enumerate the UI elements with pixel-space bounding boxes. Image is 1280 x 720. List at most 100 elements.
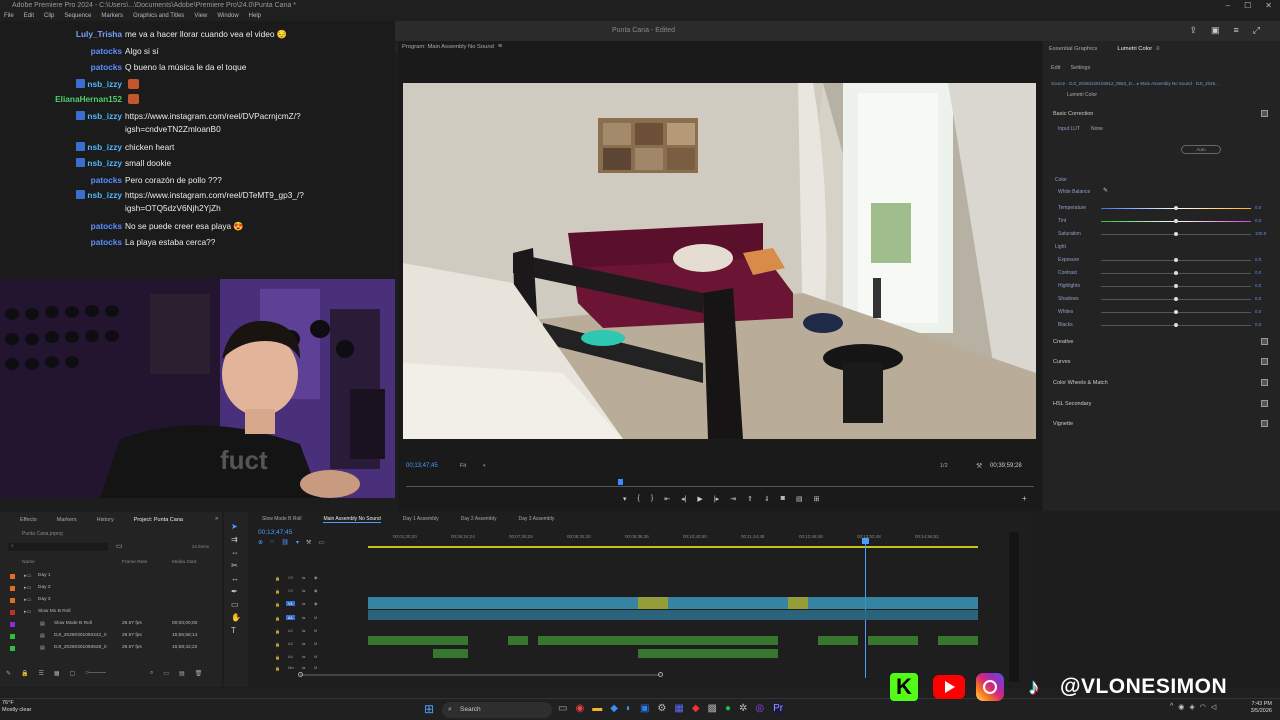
fullscreen-icon[interactable]: ⤢ [1253, 25, 1260, 36]
project-tab[interactable]: History [97, 517, 114, 523]
mute-icon[interactable]: M [314, 665, 317, 670]
track-select-icon[interactable]: ⇉ [231, 535, 241, 544]
timeline-clip[interactable] [788, 597, 808, 609]
chat-username[interactable]: nsb_izzy [87, 111, 122, 121]
lumetri-subtab[interactable]: Edit [1051, 65, 1060, 71]
param-value[interactable]: 0.0 [1255, 205, 1261, 210]
playhead-marker[interactable] [618, 479, 623, 485]
slider-knob[interactable] [1174, 219, 1178, 223]
lumetri-preset[interactable]: Lumetri Color [1067, 92, 1097, 98]
param-slider[interactable] [1101, 271, 1251, 275]
chevron-down-icon[interactable]: ▾ [483, 463, 486, 469]
param-slider[interactable] [1101, 219, 1251, 223]
project-row[interactable]: ▤ Slow Mode B Roll 29.97 fps 00;00;00;00 [0, 620, 222, 631]
lumetri-section[interactable]: Color Wheels & Match [1053, 380, 1108, 386]
checkbox[interactable] [1261, 110, 1268, 117]
chat-username[interactable]: patocks [91, 221, 122, 231]
program-timecode[interactable]: 00;13;47;45 [406, 463, 438, 469]
timeline-clip[interactable] [433, 649, 468, 658]
chrome-icon[interactable]: ◉ [575, 703, 584, 714]
eye-icon[interactable]: ◉ [314, 575, 318, 580]
list-view-icon[interactable]: ☰ [39, 670, 44, 677]
slider-knob[interactable] [1174, 232, 1178, 236]
timeline-clip[interactable] [508, 636, 528, 645]
close-button[interactable]: ✕ [1265, 0, 1272, 12]
timeline-clip[interactable] [938, 636, 978, 645]
add-marker-icon[interactable]: ▾ [623, 495, 627, 503]
chat-username[interactable]: ElianaHernan152 [55, 94, 122, 104]
weather-widget[interactable]: 76°F Mostly clear [2, 700, 38, 720]
timeline-timecode[interactable]: 00;13;47;45 [258, 529, 292, 536]
param-slider[interactable] [1101, 206, 1251, 210]
chat-username[interactable]: patocks [91, 62, 122, 72]
timeline-clip[interactable] [368, 636, 468, 645]
menu-item[interactable]: Help [249, 12, 261, 21]
project-row[interactable]: ▤ DJI_20260301093628_0 29.97 fps 15;58;42;2… [0, 644, 222, 655]
panel-menu-icon[interactable]: ≡ [1156, 46, 1160, 52]
timeline-clip[interactable] [638, 636, 778, 645]
checkbox[interactable] [1261, 420, 1268, 427]
label-color-swatch[interactable] [10, 586, 15, 591]
slider-knob[interactable] [1174, 323, 1178, 327]
color-subsection[interactable]: Color [1055, 177, 1067, 183]
auto-button[interactable]: Auto [1181, 145, 1221, 154]
lock-icon[interactable]: 🔒 [275, 616, 280, 621]
chat-username[interactable]: nsb_izzy [87, 79, 122, 89]
slip-tool-icon[interactable]: ↔ [231, 574, 241, 583]
mark-out-icon[interactable]: } [651, 495, 653, 503]
menu-item[interactable]: Edit [24, 12, 34, 21]
store-icon[interactable]: ▦ [674, 703, 683, 714]
project-row[interactable]: ▤ DJI_20260301093242_0 29.97 fps 15;55;58;1… [0, 632, 222, 643]
project-search-input[interactable]: ⌕ [8, 543, 108, 551]
sequence-tab[interactable]: Day 2 Assembly [461, 516, 497, 523]
spotify-icon[interactable]: ● [725, 703, 731, 714]
app-grey-icon[interactable]: ▩ [708, 703, 717, 714]
snap-icon[interactable]: ∩ [270, 539, 274, 546]
lock-icon[interactable]: 🔒 [275, 589, 280, 594]
param-slider[interactable] [1101, 310, 1251, 314]
sync-lock-icon[interactable]: ⇋ [302, 641, 305, 646]
app-icon[interactable]: ◆ [610, 703, 618, 714]
track-label[interactable]: Mix [286, 665, 296, 670]
lock-icon[interactable]: 🔒 [275, 629, 280, 634]
lock-icon[interactable]: 🔒 [275, 666, 280, 671]
label-color-swatch[interactable] [10, 610, 15, 615]
track-label[interactable]: A3 [286, 641, 295, 646]
right-tab[interactable]: Lumetri Color [1117, 46, 1152, 52]
tray-app-icon[interactable]: ◈ [1189, 703, 1194, 711]
menu-item[interactable]: Clip [44, 12, 54, 21]
volume-icon[interactable]: ◁ [1211, 703, 1216, 711]
column-header[interactable]: Media Start [172, 560, 197, 565]
project-tab[interactable]: Project: Punta Cana [134, 517, 183, 523]
sync-lock-icon[interactable]: ⇋ [302, 601, 305, 606]
chat-username[interactable]: patocks [91, 46, 122, 56]
chat-username[interactable]: Luly_Trisha [76, 29, 122, 39]
param-value[interactable]: 0.0 [1255, 218, 1261, 223]
mute-icon[interactable]: M [314, 628, 317, 633]
share-icon[interactable]: ⇪ [1189, 25, 1197, 36]
checkbox[interactable] [1261, 379, 1268, 386]
track-label[interactable]: A4 [286, 654, 295, 659]
go-to-out-icon[interactable]: ⇥ [730, 495, 736, 503]
folder-icon[interactable]: ▭ [116, 542, 123, 550]
timeline-clip[interactable] [368, 597, 978, 609]
menu-item[interactable]: Sequence [64, 12, 91, 21]
freeform-view-icon[interactable]: ▢ [70, 670, 76, 677]
hand-tool-icon[interactable]: ✋ [231, 613, 241, 622]
menu-item[interactable]: File [4, 12, 14, 21]
checkbox[interactable] [1261, 338, 1268, 345]
track-label[interactable]: V1 [286, 601, 295, 606]
timeline-clip[interactable] [368, 610, 978, 620]
sync-lock-icon[interactable]: ⇋ [302, 628, 305, 633]
mark-in-icon[interactable]: { [638, 495, 640, 503]
work-area-bar[interactable] [368, 546, 978, 548]
program-scrubber[interactable] [406, 486, 1034, 487]
menu-icon[interactable]: ≡ [1234, 25, 1239, 36]
outlook-icon[interactable]: ▣ [640, 703, 649, 714]
chat-username[interactable]: nsb_izzy [87, 142, 122, 152]
chat-username[interactable]: nsb_izzy [87, 190, 122, 200]
panel-overflow-icon[interactable]: » [215, 516, 218, 522]
slider-knob[interactable] [1174, 271, 1178, 275]
param-value[interactable]: 100.0 [1255, 231, 1266, 236]
param-value[interactable]: 0.0 [1255, 283, 1261, 288]
